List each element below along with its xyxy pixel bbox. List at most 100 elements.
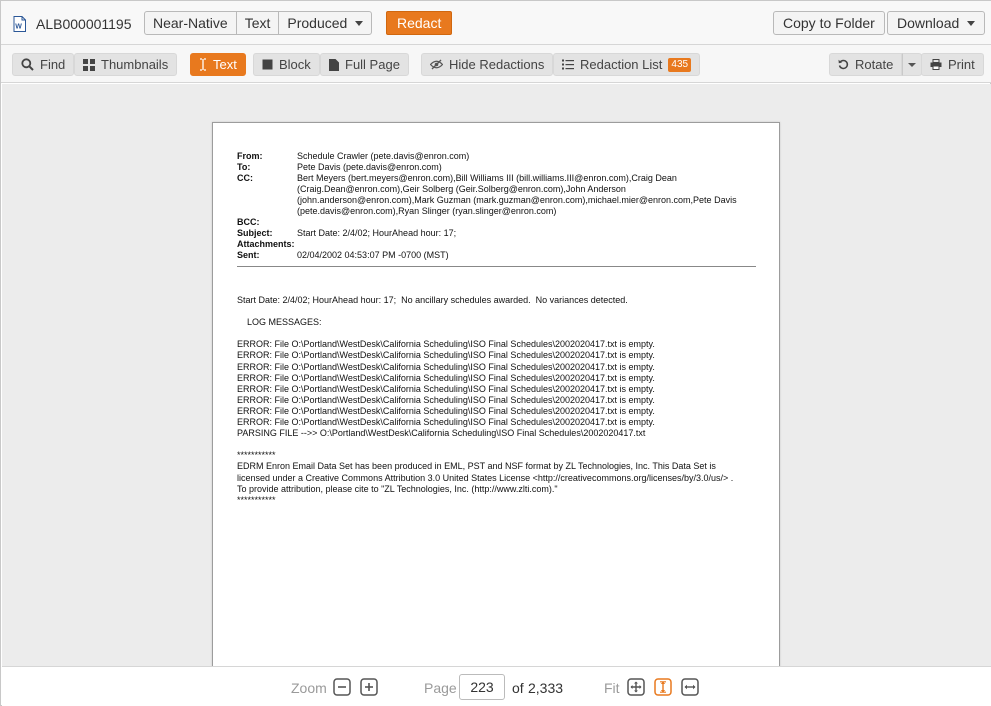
block-select-button[interactable]: Block bbox=[253, 53, 320, 76]
redaction-count-badge: 435 bbox=[668, 57, 692, 72]
zoom-out-icon[interactable] bbox=[333, 678, 351, 696]
copy-to-folder-button[interactable]: Copy to Folder bbox=[773, 11, 885, 35]
print-label: Print bbox=[948, 57, 975, 72]
fit-width-icon[interactable] bbox=[681, 678, 699, 696]
text-cursor-icon bbox=[200, 58, 206, 71]
copy-to-folder-label: Copy to Folder bbox=[783, 15, 875, 31]
from-label: From: bbox=[237, 151, 263, 161]
rotate-split-button: Rotate bbox=[829, 53, 923, 76]
thumbnails-label: Thumbnails bbox=[101, 57, 169, 72]
find-button[interactable]: Find bbox=[12, 53, 75, 76]
attachments-row: Attachments: bbox=[237, 239, 737, 250]
redaction-list-label: Redaction List bbox=[580, 57, 663, 72]
email-body-line bbox=[237, 439, 737, 450]
text-select-button[interactable]: Text bbox=[190, 53, 246, 76]
cc-value: Bert Meyers (bert.meyers@enron.com),Bill… bbox=[297, 173, 737, 216]
of-label: of bbox=[512, 680, 524, 696]
email-body-line: EDRM Enron Email Data Set has been produ… bbox=[237, 461, 736, 494]
svg-text:W: W bbox=[15, 24, 22, 31]
bcc-value bbox=[297, 217, 737, 228]
block-select-label: Block bbox=[279, 57, 311, 72]
email-body-line: *********** bbox=[237, 450, 276, 461]
subject-label: Subject: bbox=[237, 228, 273, 238]
search-icon bbox=[21, 58, 34, 71]
fit-label: Fit bbox=[604, 680, 620, 696]
pagination-bar: Zoom Page of 2,333 Fit bbox=[2, 666, 991, 706]
chevron-down-icon bbox=[967, 20, 976, 26]
list-icon bbox=[562, 59, 574, 70]
hide-redactions-label: Hide Redactions bbox=[449, 57, 545, 72]
hide-redactions-button[interactable]: Hide Redactions bbox=[421, 53, 554, 76]
email-body-line: Start Date: 2/4/02; HourAhead hour: 17; … bbox=[237, 295, 628, 305]
text-view-button[interactable]: Text bbox=[235, 11, 280, 35]
to-row: To: Pete Davis (pete.davis@enron.com) bbox=[237, 162, 737, 173]
email-body: Start Date: 2/4/02; HourAhead hour: 17; … bbox=[237, 295, 737, 506]
email-body-line: *********** bbox=[237, 494, 276, 505]
top-bar: W ALB000001195 Near-Native Text Produced… bbox=[1, 1, 991, 45]
fit-page-icon[interactable] bbox=[627, 678, 645, 696]
rotate-button[interactable]: Rotate bbox=[829, 53, 903, 76]
download-dropdown[interactable]: Download bbox=[887, 11, 986, 35]
fit-height-icon[interactable] bbox=[654, 678, 672, 696]
produced-dropdown[interactable]: Produced bbox=[278, 11, 373, 35]
eye-slash-icon bbox=[430, 59, 443, 70]
attachments-label: Attachments: bbox=[237, 239, 295, 249]
zoom-label: Zoom bbox=[291, 680, 327, 696]
to-label: To: bbox=[237, 162, 251, 172]
total-pages: 2,333 bbox=[528, 680, 564, 696]
rotate-label: Rotate bbox=[855, 57, 894, 72]
document-viewer-window: W ALB000001195 Near-Native Text Produced… bbox=[0, 0, 991, 706]
from-value: Schedule Crawler (pete.davis@enron.com) bbox=[297, 151, 470, 161]
view-mode-group: Near-Native Text Produced bbox=[144, 11, 373, 35]
email-body-line: LOG MESSAGES: bbox=[237, 317, 322, 328]
thumbnails-button[interactable]: Thumbnails bbox=[74, 53, 178, 76]
document-viewport[interactable]: From: Schedule Crawler (pete.davis@enron… bbox=[2, 84, 991, 666]
from-row: From: Schedule Crawler (pete.davis@enron… bbox=[237, 151, 737, 162]
zoom-in-icon[interactable] bbox=[360, 678, 378, 696]
email-body-line bbox=[237, 328, 737, 339]
sent-row: Sent: 02/04/2002 04:53:07 PM -0700 (MST) bbox=[237, 250, 737, 261]
attachments-value bbox=[297, 239, 737, 250]
email-body-line: PARSING FILE -->> O:\Portland\WestDesk\C… bbox=[237, 428, 646, 439]
email-body-line: ERROR: File O:\Portland\WestDesk\Califor… bbox=[237, 350, 655, 361]
sent-value: 02/04/2002 04:53:07 PM -0700 (MST) bbox=[297, 250, 449, 260]
page-label: Page bbox=[424, 680, 457, 696]
produced-label: Produced bbox=[287, 15, 348, 31]
viewer-toolbar: Find Thumbnails Text Block Full Page Hid… bbox=[1, 45, 991, 83]
word-document-icon: W bbox=[13, 16, 26, 32]
square-icon bbox=[262, 59, 273, 70]
find-label: Find bbox=[40, 57, 66, 72]
redact-button[interactable]: Redact bbox=[386, 11, 453, 35]
rotate-icon bbox=[838, 59, 849, 70]
email-body-line: ERROR: File O:\Portland\WestDesk\Califor… bbox=[237, 339, 655, 350]
email-body-line: ERROR: File O:\Portland\WestDesk\Califor… bbox=[237, 361, 655, 372]
document-id: ALB000001195 bbox=[36, 16, 132, 32]
to-value: Pete Davis (pete.davis@enron.com) bbox=[297, 162, 442, 172]
cc-label: CC: bbox=[237, 173, 253, 183]
sent-label: Sent: bbox=[237, 250, 260, 260]
header-divider bbox=[237, 266, 756, 267]
rotate-options-dropdown[interactable] bbox=[902, 53, 923, 76]
email-header: From: Schedule Crawler (pete.davis@enron… bbox=[237, 151, 737, 261]
email-body-line: ERROR: File O:\Portland\WestDesk\Califor… bbox=[237, 405, 655, 416]
page-number-input[interactable] bbox=[459, 674, 505, 700]
grid-icon bbox=[83, 58, 95, 71]
subject-row: Subject: Start Date: 2/4/02; HourAhead h… bbox=[237, 228, 737, 239]
document-page[interactable]: From: Schedule Crawler (pete.davis@enron… bbox=[212, 122, 780, 666]
cc-row: CC: Bert Meyers (bert.meyers@enron.com),… bbox=[237, 173, 737, 217]
email-body-line: ERROR: File O:\Portland\WestDesk\Califor… bbox=[237, 383, 655, 394]
chevron-down-icon bbox=[908, 62, 917, 67]
print-button[interactable]: Print bbox=[921, 53, 984, 76]
near-native-button[interactable]: Near-Native bbox=[144, 11, 237, 35]
redaction-list-button[interactable]: Redaction List 435 bbox=[553, 53, 701, 76]
bcc-row: BCC: bbox=[237, 217, 737, 228]
subject-value: Start Date: 2/4/02; HourAhead hour: 17; bbox=[297, 228, 457, 238]
chevron-down-icon bbox=[355, 20, 364, 26]
email-body-line: ERROR: File O:\Portland\WestDesk\Califor… bbox=[237, 394, 655, 405]
email-body-line: ERROR: File O:\Portland\WestDesk\Califor… bbox=[237, 417, 655, 428]
bcc-label: BCC: bbox=[237, 217, 260, 227]
page-icon bbox=[329, 58, 339, 71]
text-select-label: Text bbox=[213, 57, 237, 72]
full-page-button[interactable]: Full Page bbox=[320, 53, 409, 76]
email-body-line bbox=[237, 306, 737, 317]
